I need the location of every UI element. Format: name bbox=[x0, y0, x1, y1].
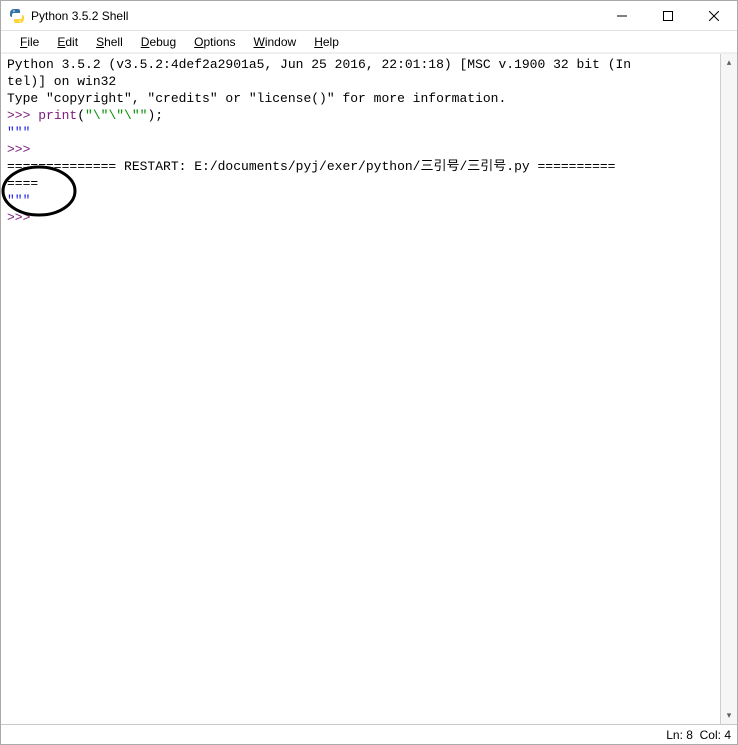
status-ln-label: Ln: bbox=[666, 728, 683, 742]
output-line: """ bbox=[7, 125, 30, 140]
menu-file[interactable]: File bbox=[11, 33, 48, 51]
prompt: >>> bbox=[7, 108, 38, 123]
close-button[interactable] bbox=[691, 1, 737, 31]
vertical-scrollbar[interactable]: ▴ ▾ bbox=[720, 54, 737, 724]
menu-shell[interactable]: Shell bbox=[87, 33, 132, 51]
menu-help[interactable]: Help bbox=[305, 33, 348, 51]
paren-close: ); bbox=[147, 108, 163, 123]
string-literal: "\"\"\"" bbox=[85, 108, 147, 123]
shell-text-area[interactable]: Python 3.5.2 (v3.5.2:4def2a2901a5, Jun 2… bbox=[1, 54, 720, 724]
scroll-up-icon[interactable]: ▴ bbox=[721, 54, 737, 71]
banner-line-2: tel)] on win32 bbox=[7, 74, 116, 89]
titlebar[interactable]: Python 3.5.2 Shell bbox=[1, 1, 737, 31]
banner-line-1: Python 3.5.2 (v3.5.2:4def2a2901a5, Jun 2… bbox=[7, 57, 631, 72]
banner-line-3: Type "copyright", "credits" or "license(… bbox=[7, 91, 506, 106]
statusbar: Ln: 8 Col: 4 bbox=[1, 724, 737, 744]
menu-options[interactable]: Options bbox=[185, 33, 244, 51]
maximize-button[interactable] bbox=[645, 1, 691, 31]
paren-open: ( bbox=[77, 108, 85, 123]
content-wrap: Python 3.5.2 (v3.5.2:4def2a2901a5, Jun 2… bbox=[1, 53, 737, 724]
status-ln-value: 8 bbox=[686, 728, 693, 742]
status-col-label: Col: bbox=[700, 728, 721, 742]
output-line: """ bbox=[7, 193, 30, 208]
menu-edit[interactable]: Edit bbox=[48, 33, 87, 51]
menubar: File Edit Shell Debug Options Window Hel… bbox=[1, 31, 737, 53]
prompt: >>> bbox=[7, 142, 38, 157]
menu-window[interactable]: Window bbox=[245, 33, 306, 51]
keyword-print: print bbox=[38, 108, 77, 123]
menu-debug[interactable]: Debug bbox=[132, 33, 185, 51]
scroll-track[interactable] bbox=[721, 71, 737, 707]
minimize-button[interactable] bbox=[599, 1, 645, 31]
status-col-value: 4 bbox=[724, 728, 731, 742]
restart-banner-2: ==== bbox=[7, 176, 38, 191]
python-icon bbox=[9, 8, 25, 24]
prompt: >>> bbox=[7, 210, 38, 225]
window-title: Python 3.5.2 Shell bbox=[31, 9, 128, 23]
restart-banner-1: ============== RESTART: E:/documents/pyj… bbox=[7, 159, 616, 174]
scroll-down-icon[interactable]: ▾ bbox=[721, 707, 737, 724]
